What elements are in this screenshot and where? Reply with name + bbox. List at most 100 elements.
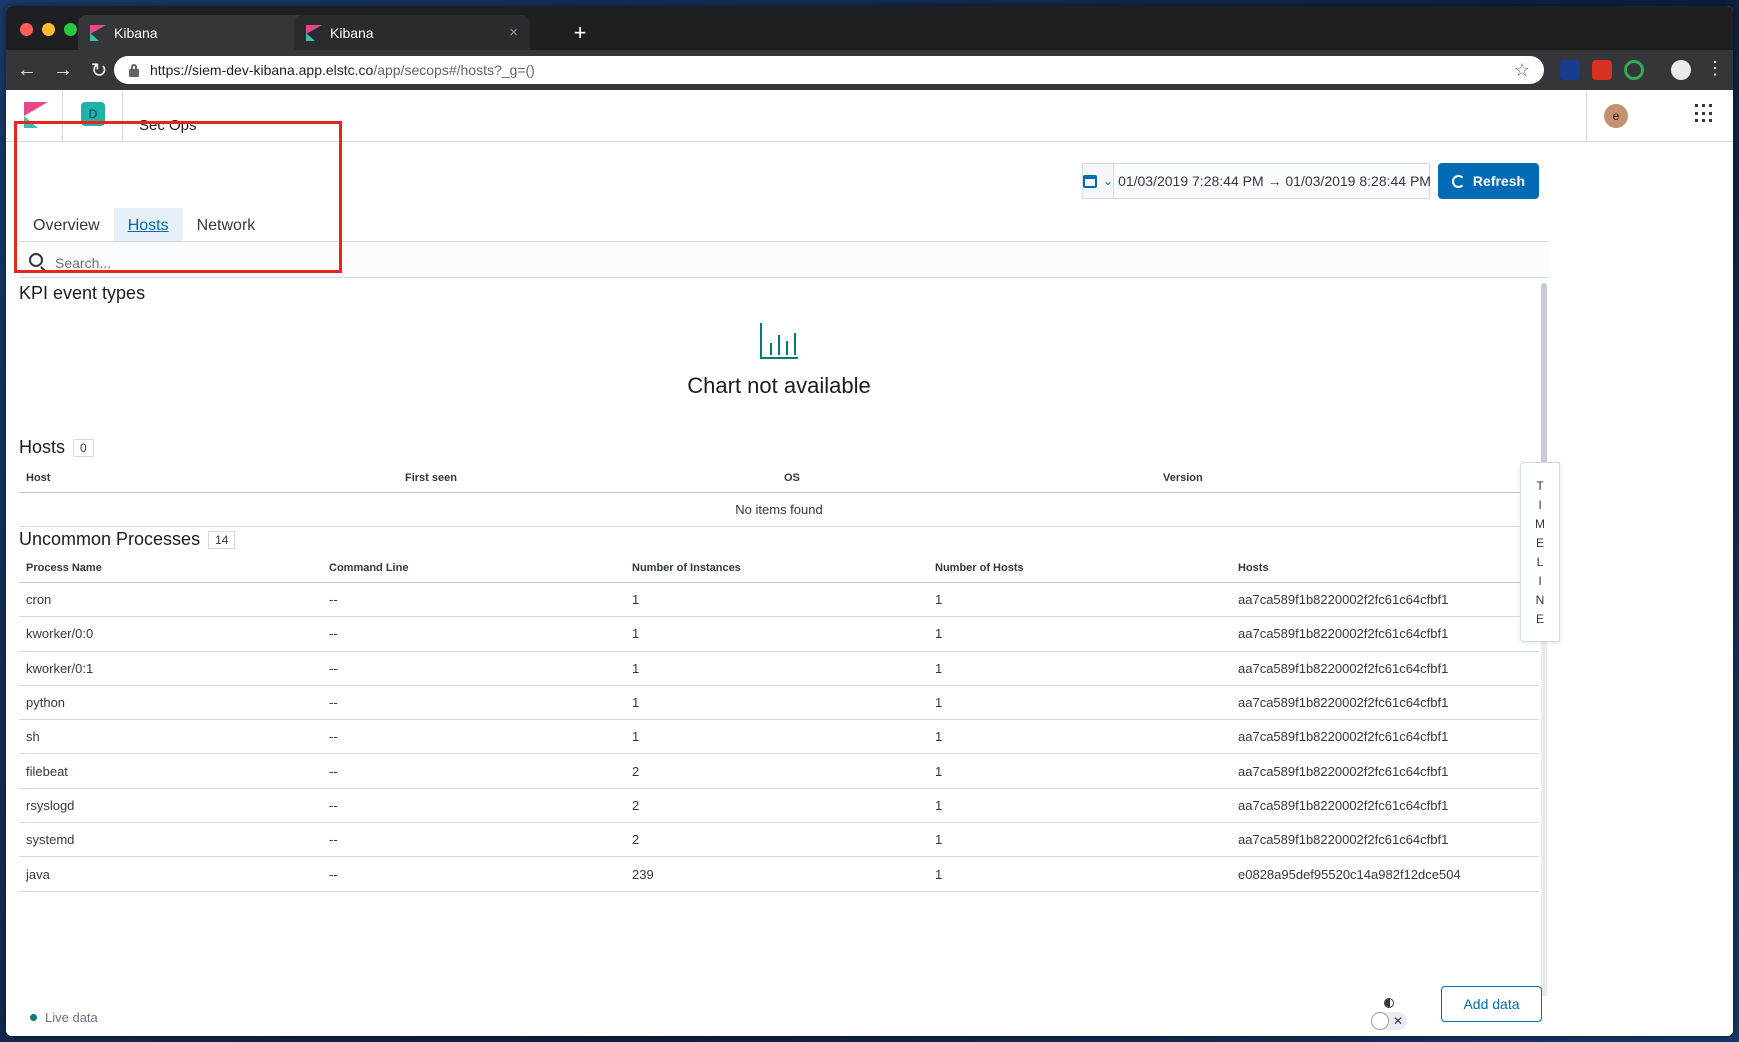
column-header[interactable]: OS (777, 472, 1156, 484)
processes-section-title: Uncommon Processes 14 (19, 529, 236, 550)
refresh-label: Refresh (1472, 173, 1526, 189)
table-cell: -- (329, 592, 338, 608)
table-cell: 239 (632, 866, 654, 882)
table-cell: 1 (632, 626, 640, 642)
date-quick-menu-button[interactable]: ⌄ (1083, 164, 1115, 198)
table-cell: 1 (935, 832, 943, 848)
kpi-title-text: KPI event types (19, 283, 146, 303)
refresh-button[interactable]: Refresh (1438, 163, 1539, 199)
table-cell: e0828a95def95520c14a982f12dce504 (1238, 866, 1461, 882)
search-bar (19, 242, 1549, 278)
timeline-letter: T (1536, 478, 1544, 493)
search-icon (29, 252, 43, 267)
column-header[interactable]: Number of Hosts (928, 562, 1231, 574)
table-cell: aa7ca589f1b8220002f2fc61c64cfbf1 (1238, 592, 1449, 608)
processes-count-badge: 14 (208, 530, 236, 549)
timeline-flyout-button[interactable]: TIMELINE (1520, 462, 1560, 642)
table-cell: aa7ca589f1b8220002f2fc61c64cfbf1 (1238, 695, 1449, 711)
processes-table: Process Name Command Line Number of Inst… (19, 553, 1539, 892)
forward-icon[interactable]: → (48, 59, 78, 82)
column-header[interactable]: Number of Instances (625, 562, 928, 574)
table-cell: kworker/0:0 (26, 626, 94, 642)
user-menu[interactable]: e (1586, 90, 1641, 142)
timeline-letter: I (1538, 497, 1542, 512)
tab-hosts[interactable]: Hosts (113, 208, 183, 244)
table-cell: 1 (935, 626, 943, 642)
column-header[interactable]: Host (19, 472, 398, 484)
add-data-button[interactable]: Add data (1441, 986, 1542, 1022)
browser-tab-strip: Kibana × Kibana × + (6, 6, 1733, 50)
empty-table-row: No items found (19, 493, 1539, 527)
extension-icon[interactable] (1560, 60, 1580, 80)
maximize-window-button[interactable] (64, 23, 77, 36)
table-cell: cron (26, 592, 52, 608)
browser-tab-2[interactable]: Kibana × (294, 15, 530, 50)
close-window-button[interactable] (20, 23, 33, 36)
browser-window: Kibana × Kibana × + ← → ↻ https://siem-d… (6, 6, 1733, 1036)
table-cell: aa7ca589f1b8220002f2fc61c64cfbf1 (1238, 626, 1449, 642)
dark-mode-toggle[interactable]: ✕ (1369, 998, 1409, 1034)
vertical-scrollbar[interactable] (1541, 283, 1547, 1013)
date-picker[interactable]: ⌄ 01/03/2019 7:28:44 PM → 01/03/2019 8:2… (1082, 163, 1431, 199)
kibana-logo-icon[interactable] (6, 90, 63, 141)
back-icon[interactable]: ← (12, 59, 42, 82)
column-header[interactable]: First seen (398, 472, 777, 484)
column-header[interactable]: Command Line (322, 562, 625, 574)
tab-network[interactable]: Network (183, 208, 270, 244)
table-cell: -- (329, 626, 338, 642)
table-cell: python (26, 695, 66, 711)
browser-tab-1[interactable]: Kibana × (78, 15, 314, 50)
toggle-switch[interactable]: ✕ (1371, 1012, 1407, 1030)
no-items-text: No items found (735, 502, 823, 517)
table-cell: aa7ca589f1b8220002f2fc61c64cfbf1 (1238, 797, 1449, 813)
table-cell: -- (329, 797, 338, 813)
user-avatar: e (1604, 104, 1628, 128)
date-range-text[interactable]: 01/03/2019 7:28:44 PM → 01/03/2019 8:28:… (1114, 173, 1431, 189)
scrollbar-thumb[interactable] (1541, 283, 1547, 483)
table-cell: kworker/0:1 (26, 660, 94, 676)
table-cell: 1 (935, 797, 943, 813)
apps-grid-icon[interactable] (1695, 104, 1715, 124)
bookmark-star-icon[interactable]: ☆ (1514, 60, 1530, 81)
new-tab-button[interactable]: + (566, 20, 594, 48)
timeline-letter: E (1535, 611, 1544, 626)
kpi-section-title: KPI event types (19, 283, 145, 304)
scrollable-panel: KPI event types Chart not available Host… (19, 279, 1539, 1014)
chart-empty-message: Chart not available (687, 373, 871, 398)
hosts-table: Host First seen OS Version No items foun… (19, 463, 1539, 527)
account-icon[interactable] (1671, 60, 1691, 80)
browser-menu-icon[interactable]: ⋮ (1706, 58, 1724, 79)
column-header[interactable]: Hosts (1231, 562, 1534, 574)
table-cell: 1 (935, 592, 943, 608)
search-input[interactable] (55, 254, 455, 271)
close-tab-icon[interactable]: × (509, 24, 518, 41)
contrast-icon (1384, 998, 1394, 1008)
table-cell: filebeat (26, 763, 68, 779)
table-cell: 2 (632, 832, 640, 848)
live-data-indicator: Live data (30, 1010, 98, 1025)
space-selector[interactable]: D (63, 90, 123, 141)
column-header[interactable]: Process Name (19, 562, 322, 574)
reload-icon[interactable]: ↻ (84, 58, 114, 83)
table-cell: 1 (935, 660, 943, 676)
refresh-icon (1451, 174, 1465, 188)
table-cell: 1 (632, 660, 640, 676)
timeline-letter: E (1535, 535, 1544, 550)
extension-icon[interactable] (1592, 60, 1612, 80)
lock-icon (128, 64, 140, 77)
column-header[interactable]: Version (1156, 472, 1535, 484)
timeline-letter: M (1535, 516, 1545, 531)
timeline-letter: N (1535, 592, 1545, 607)
table-row: sh -- 1 1 aa7ca589f1b8220002f2fc61c64cfbf1 (19, 720, 1539, 755)
table-row: java -- 239 1 e0828a95def95520c14a982f12dce5… (19, 857, 1539, 892)
main-content: ⌄ 01/03/2019 7:28:44 PM → 01/03/2019 8:2… (6, 121, 1733, 1036)
table-cell: systemd (26, 832, 75, 848)
minimize-window-button[interactable] (42, 23, 55, 36)
table-cell: 1 (632, 695, 640, 711)
tab-overview[interactable]: Overview (19, 208, 114, 244)
timeline-letter: L (1536, 554, 1544, 569)
address-bar[interactable]: https://siem-dev-kibana.app.elstc.co/app… (114, 56, 1544, 84)
toggle-off-icon: ✕ (1393, 1014, 1404, 1028)
table-cell: -- (329, 763, 338, 779)
extension-icon[interactable] (1624, 60, 1644, 80)
